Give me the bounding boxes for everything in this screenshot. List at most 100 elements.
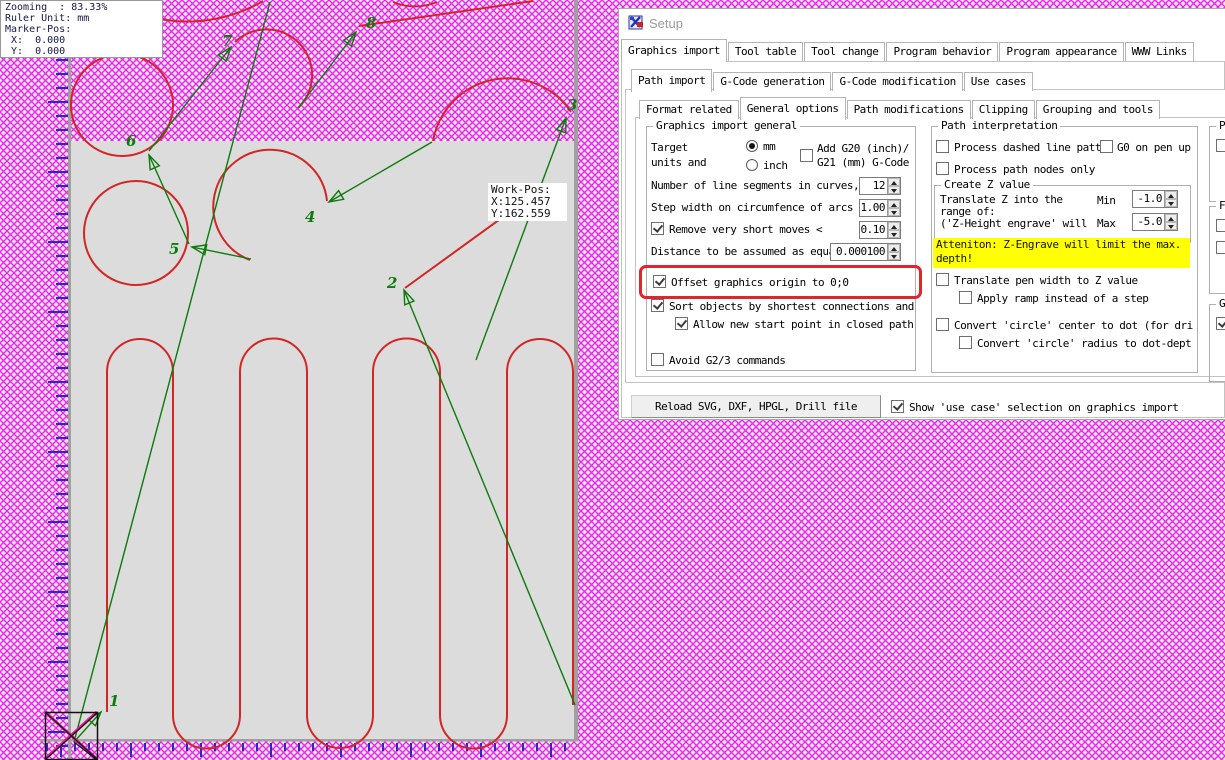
clipped-group-label: G- (1216, 297, 1225, 310)
line-segments-spinner-arrows (887, 178, 900, 194)
convert-radius-label: Convert 'circle' radius to dot-dept (977, 337, 1191, 350)
z-min-label: Min (1097, 194, 1115, 207)
clipped-group-pa: Pa (1209, 126, 1225, 202)
info-marker-pos: Marker-Pos: (5, 24, 71, 35)
equal-distance-label: Distance to be assumed as equal (651, 245, 841, 258)
checkbox-allow-new-start[interactable] (675, 317, 688, 330)
tab-program-appearance[interactable]: Program appearance (999, 42, 1123, 61)
clipped-checkbox[interactable] (1216, 219, 1225, 232)
checkbox-show-use-case[interactable] (891, 400, 904, 413)
tab-www-links[interactable]: WWW Links (1125, 42, 1194, 61)
equal-distance-spinner[interactable]: 0.000100 (830, 243, 901, 261)
tab-program-behavior[interactable]: Program behavior (886, 42, 998, 61)
equal-distance-spinner-up-arrow[interactable] (888, 244, 900, 252)
z-max-spinner-down-arrow[interactable] (1165, 222, 1177, 230)
checkbox-apply-ramp[interactable] (959, 291, 972, 304)
remove-short-moves-label: Remove very short moves < (669, 223, 822, 236)
line-segments-spinner[interactable]: 12 (859, 177, 901, 195)
subsubtab-grouping-and-tools[interactable]: Grouping and tools (1036, 100, 1160, 119)
app-root: { "colors": { "hatch_line": "#ea25ea", "… (0, 0, 1225, 760)
checkbox-offset-origin[interactable] (653, 275, 666, 288)
group-label-path-interpretation: Path interpretation (938, 119, 1060, 132)
sequence-number-2: 2 (386, 274, 397, 292)
checkbox-process-dashed[interactable] (936, 140, 949, 153)
z-max-spinner[interactable]: -5.0 (1132, 213, 1178, 231)
clipped-checkbox[interactable] (1216, 139, 1225, 152)
radio-units-inch[interactable] (746, 159, 758, 171)
remove-short-moves-spinner-down-arrow[interactable] (888, 230, 900, 238)
subsubtab-general-options[interactable]: General options (740, 97, 846, 120)
reload-file-button[interactable]: Reload SVG, DXF, HPGL, Drill file (631, 395, 881, 418)
z-min-spinner-down-arrow[interactable] (1165, 199, 1177, 207)
sequence-number-5: 5 (169, 240, 179, 258)
clipped-group-label: Fl (1216, 199, 1225, 212)
setup-dialog: Setup Graphics importTool tableTool chan… (618, 8, 1225, 420)
subsubtab-format-related[interactable]: Format related (639, 100, 739, 119)
z-min-spinner-arrows (1164, 191, 1177, 207)
z-max-spinner-value[interactable]: -5.0 (1133, 214, 1164, 230)
radio-units-mm[interactable] (746, 140, 758, 152)
step-width-spinner-value[interactable]: 1.00 (860, 200, 887, 216)
sequence-number-7: 7 (222, 32, 233, 50)
checkbox-pen-width-z[interactable] (936, 273, 949, 286)
show-use-case-label: Show 'use case' selection on graphics im… (909, 401, 1178, 414)
equal-distance-spinner-value[interactable]: 0.000100 (831, 244, 887, 260)
pen-width-z-label: Translate pen width to Z value (954, 274, 1138, 287)
checkbox-g0-pen-up[interactable] (1100, 140, 1113, 153)
line-segments-spinner-value[interactable]: 12 (860, 178, 887, 194)
remove-short-moves-spinner[interactable]: 0.10 (859, 221, 901, 239)
clipped-group-label: Pa (1216, 119, 1225, 132)
checkbox-sort-objects[interactable] (651, 299, 664, 312)
checkbox-convert-center[interactable] (936, 318, 949, 331)
tab-graphics-import[interactable]: Graphics import (621, 39, 727, 62)
tab-tool-change[interactable]: Tool change (804, 42, 885, 61)
checkbox-process-nodes[interactable] (936, 162, 949, 175)
checkbox-remove-short-moves[interactable] (651, 222, 664, 235)
checkbox-convert-radius[interactable] (959, 336, 972, 349)
offset-origin-label: Offset graphics origin to 0;0 (671, 276, 849, 289)
line-segments-spinner-up-arrow[interactable] (888, 178, 900, 186)
subsubtab-clipping[interactable]: Clipping (972, 100, 1035, 119)
remove-short-moves-spinner-value[interactable]: 0.10 (860, 222, 887, 238)
info-marker-x: X: 0.000 (5, 35, 65, 46)
radio-units-mm-label: mm (763, 140, 775, 153)
work-area[interactable] (71, 141, 574, 740)
zoom-info-box: Zooming : 83.33% Ruler Unit: mm Marker-P… (0, 0, 163, 58)
main-tab-bar: Graphics importTool tableTool changeProg… (621, 39, 1195, 61)
subtab-path-import[interactable]: Path import (631, 69, 712, 92)
step-width-spinner[interactable]: 1.00 (859, 199, 901, 217)
checkbox-avoid-g23[interactable] (651, 353, 664, 366)
z-min-spinner-value[interactable]: -1.0 (1133, 191, 1164, 207)
path-import-subtab-bar: Format relatedGeneral optionsPath modifi… (639, 97, 1161, 119)
line-segments-spinner-down-arrow[interactable] (888, 186, 900, 194)
dialog-title: Setup (649, 16, 683, 31)
subsubtab-path-modifications[interactable]: Path modifications (847, 100, 971, 119)
subtab-g-code-generation[interactable]: G-Code generation (713, 72, 831, 91)
dialog-titlebar[interactable]: Setup (619, 9, 1225, 37)
z-max-spinner-up-arrow[interactable] (1165, 214, 1177, 222)
info-ruler-unit: Ruler Unit: mm (5, 13, 89, 24)
z-min-spinner-up-arrow[interactable] (1165, 191, 1177, 199)
sequence-number-4: 4 (305, 208, 315, 226)
apply-ramp-label: Apply ramp instead of a step (977, 292, 1148, 305)
line-segments-label: Number of line segments in curves, (651, 179, 859, 192)
step-width-spinner-down-arrow[interactable] (888, 208, 900, 216)
clipped-checkbox[interactable] (1216, 317, 1225, 330)
import-tab-bar: Path importG-Code generationG-Code modif… (631, 69, 1034, 91)
z-min-spinner[interactable]: -1.0 (1132, 190, 1178, 208)
step-width-spinner-up-arrow[interactable] (888, 200, 900, 208)
create-z-desc-3: ('Z-Height engrave' will (940, 217, 1087, 230)
attention-line-1: Atteniton: Z-Engrave will limit the max. (936, 238, 1181, 251)
avoid-g23-label: Avoid G2/3 commands (669, 354, 785, 367)
radio-units-inch-label: inch (763, 159, 788, 172)
equal-distance-spinner-down-arrow[interactable] (888, 252, 900, 260)
remove-short-moves-spinner-up-arrow[interactable] (888, 222, 900, 230)
tab-tool-table[interactable]: Tool table (728, 42, 803, 61)
clipped-checkbox[interactable] (1216, 241, 1225, 254)
attention-line-2: depth! (936, 252, 973, 265)
group-label-create-z: Create Z value (941, 178, 1033, 191)
subtab-g-code-modification[interactable]: G-Code modification (832, 72, 962, 91)
sequence-number-3: 3 (567, 96, 577, 114)
checkbox-add-g20-g21[interactable] (800, 149, 813, 162)
subtab-use-cases[interactable]: Use cases (964, 72, 1033, 91)
